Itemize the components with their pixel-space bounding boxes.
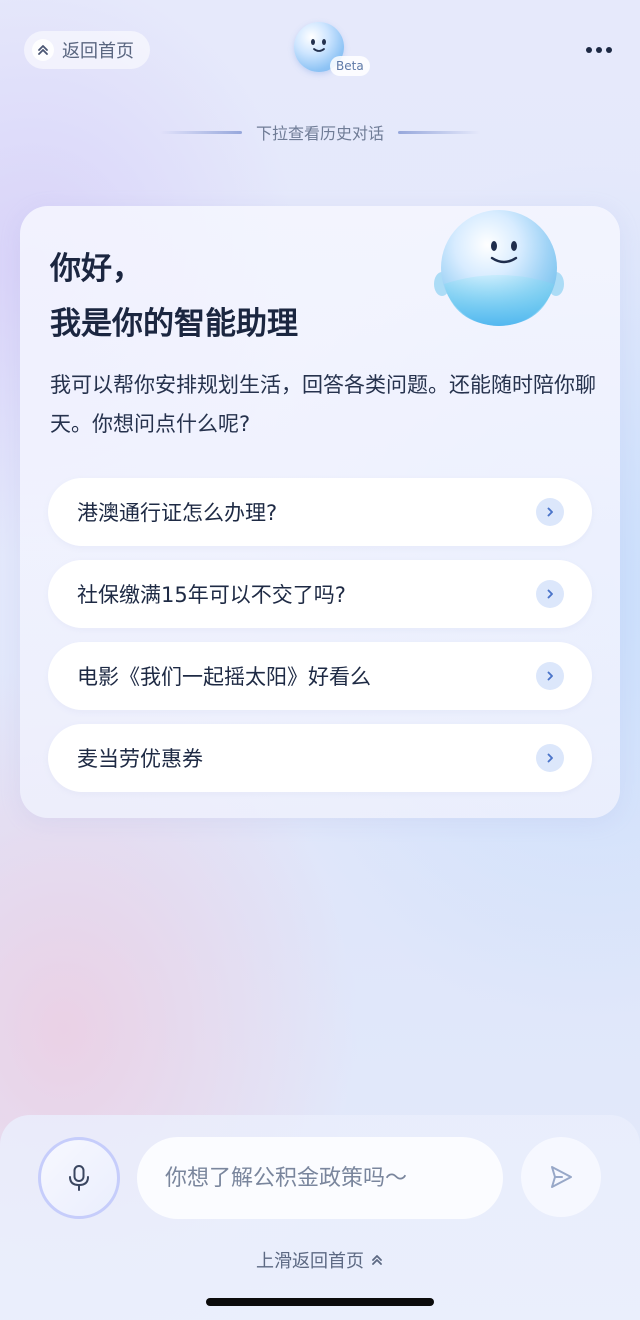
chevron-right-icon	[536, 662, 564, 690]
hint-divider-right	[398, 130, 480, 134]
hint-divider-left	[159, 130, 242, 134]
greeting-title: 你好， 我是你的智能助理	[50, 242, 298, 352]
assistant-mascot-icon	[434, 210, 564, 326]
swipe-up-hint[interactable]: 上滑返回首页	[0, 1246, 640, 1274]
suggestion-label: 社保缴满15年可以不交了吗?	[77, 583, 346, 607]
assistant-logo: Beta	[294, 22, 374, 78]
suggestion-label: 港澳通行证怎么办理?	[77, 501, 278, 525]
more-dot	[596, 47, 602, 53]
suggestion-item[interactable]: 电影《我们一起摇太阳》好看么	[48, 642, 592, 710]
more-menu-button[interactable]	[584, 36, 614, 64]
suggestion-label: 电影《我们一起摇太阳》好看么	[77, 665, 371, 689]
suggestion-item[interactable]: 港澳通行证怎么办理?	[48, 478, 592, 546]
pull-history-label: 下拉查看历史对话	[255, 124, 384, 143]
back-home-button[interactable]: 返回首页	[24, 31, 150, 69]
microphone-icon	[69, 1165, 89, 1191]
suggestion-label: 麦当劳优惠券	[77, 747, 203, 771]
suggestion-item[interactable]: 麦当劳优惠券	[48, 724, 592, 792]
swipe-up-label: 上滑返回首页	[256, 1251, 364, 1272]
suggestion-item[interactable]: 社保缴满15年可以不交了吗?	[48, 560, 592, 628]
voice-input-button[interactable]	[38, 1137, 120, 1219]
home-indicator[interactable]	[206, 1298, 434, 1306]
greeting-line-2: 我是你的智能助理	[50, 306, 298, 342]
greeting-line-1: 你好，	[50, 251, 143, 287]
more-dot	[606, 47, 612, 53]
chevron-right-icon	[536, 580, 564, 608]
query-input[interactable]	[137, 1137, 503, 1219]
chevron-right-icon	[536, 498, 564, 526]
more-dots-icon	[586, 47, 592, 53]
welcome-card: 你好， 我是你的智能助理 我可以帮你安排规划生活，回答各类问题。还能随时陪你聊天…	[20, 206, 620, 818]
back-home-label: 返回首页	[62, 41, 134, 62]
send-button[interactable]	[521, 1137, 601, 1217]
intro-text: 我可以帮你安排规划生活，回答各类问题。还能随时陪你聊天。你想问点什么呢?	[50, 373, 596, 436]
double-chevron-up-icon	[32, 39, 54, 61]
double-chevron-up-icon	[372, 1255, 382, 1265]
chevron-right-icon	[536, 744, 564, 772]
beta-badge: Beta	[330, 56, 370, 76]
send-icon	[551, 1166, 572, 1188]
pull-history-hint: 下拉查看历史对话	[0, 118, 640, 146]
